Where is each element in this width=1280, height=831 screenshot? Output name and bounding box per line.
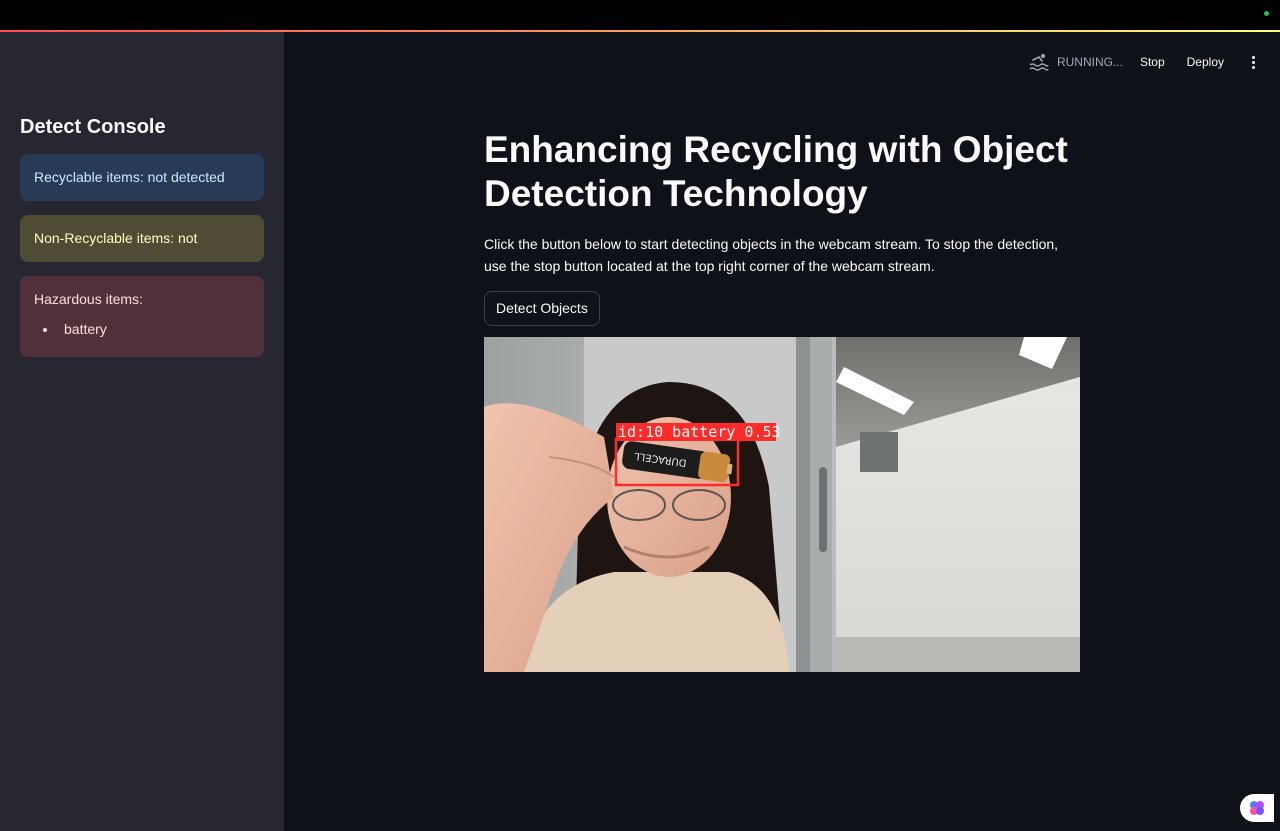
main-content: Enhancing Recycling with Object Detectio… [484, 128, 1080, 326]
running-status-text: RUNNING... [1056, 55, 1123, 69]
stop-button[interactable]: Stop [1140, 55, 1165, 69]
page-title: Enhancing Recycling with Object Detectio… [484, 129, 1068, 214]
sidebar-title: Detect Console [20, 116, 166, 138]
brain-icon [1250, 801, 1264, 815]
status-dot [1264, 11, 1269, 16]
header-toolbar: RUNNING... Stop Deploy [1029, 52, 1260, 72]
non-recyclable-alert: Non-Recyclable items: not detected [20, 215, 264, 293]
hazardous-alert: Hazardous items: battery [20, 276, 264, 357]
hazardous-list: battery [58, 321, 250, 337]
assistant-floating-button[interactable] [1240, 794, 1274, 822]
sidebar: Detect Console Recyclable items: not det… [0, 32, 284, 831]
running-status: RUNNING... [1029, 52, 1123, 72]
hazardous-alert-title: Hazardous items: [34, 291, 143, 307]
main-menu-button[interactable] [1246, 55, 1260, 69]
hazardous-list-item: battery [58, 321, 250, 337]
app-top-bar [0, 0, 1280, 32]
webcam-frame: DURACELL id:10 battery 0.53 [484, 337, 1080, 672]
webcam-stream: DURACELL id:10 battery 0.53 [484, 337, 1080, 672]
detect-objects-button[interactable]: Detect Objects [484, 291, 600, 326]
page-description: Click the button below to start detectin… [484, 236, 1059, 274]
detection-label: id:10 battery 0.53 [618, 423, 781, 441]
deploy-button[interactable]: Deploy [1187, 55, 1224, 69]
swimmer-icon [1029, 54, 1049, 71]
more-vertical-icon [1251, 55, 1255, 59]
recyclable-alert: Recyclable items: not detected [20, 154, 264, 201]
